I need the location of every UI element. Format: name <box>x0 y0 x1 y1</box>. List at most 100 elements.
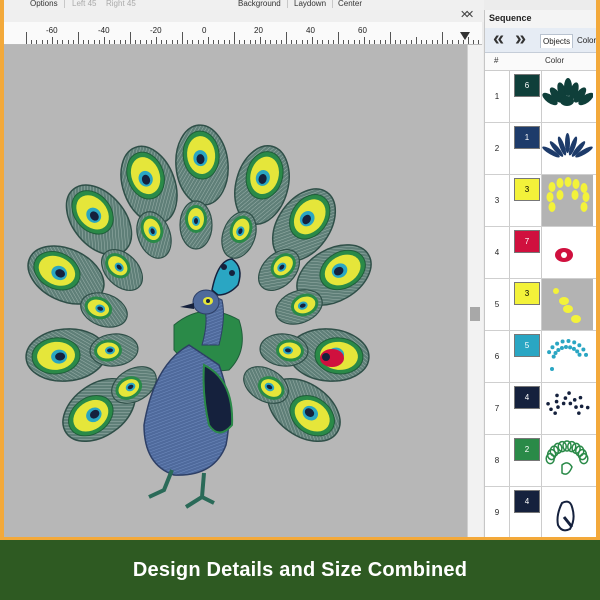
ruler-tick <box>358 40 360 44</box>
ruler-tick <box>436 40 438 44</box>
ruler-tick <box>93 40 95 44</box>
banner-text: Design Details and Size Combined <box>132 559 468 581</box>
object-preview-thumbnail[interactable] <box>541 279 593 330</box>
center-button[interactable]: Center <box>338 0 362 8</box>
object-preview-thumbnail[interactable] <box>541 175 593 226</box>
ruler-tick <box>41 40 43 44</box>
row-number: 6 <box>485 331 510 382</box>
row-number: 2 <box>485 123 510 174</box>
color-swatch[interactable]: 4 <box>514 386 540 409</box>
ruler-tick <box>452 40 454 44</box>
ruler-tick <box>478 40 480 44</box>
color-swatch[interactable]: 3 <box>514 282 540 305</box>
column-color-header: Color <box>545 56 565 65</box>
tab-objects[interactable]: Objects <box>540 34 574 48</box>
ruler-header: ✕ <box>4 9 484 22</box>
ruler-tick <box>301 40 303 44</box>
ruler-tick <box>62 40 64 44</box>
ruler-tick <box>275 40 277 44</box>
ruler-tick <box>421 40 423 44</box>
ruler-tick <box>260 37 261 44</box>
sequence-row[interactable]: 21 <box>485 123 596 175</box>
ruler-tick <box>223 40 225 44</box>
tab-colors[interactable]: Colors <box>575 34 596 47</box>
ruler-label: 0 <box>202 26 207 35</box>
ruler-tick <box>234 32 235 44</box>
sequence-row[interactable]: 74 <box>485 383 596 435</box>
move-backward-icon[interactable]: « <box>493 28 504 50</box>
ruler-label: 60 <box>358 26 367 35</box>
sequence-row[interactable]: 53 <box>485 279 596 331</box>
row-number: 1 <box>485 71 510 122</box>
design-canvas[interactable] <box>4 45 467 537</box>
color-swatch[interactable]: 1 <box>514 126 540 149</box>
ruler-tick <box>343 40 345 44</box>
ruler-tick <box>124 40 126 44</box>
column-number-header: # <box>494 56 499 65</box>
vertical-scrollbar[interactable] <box>467 45 483 537</box>
laydown-button[interactable]: Laydown <box>294 0 334 8</box>
ruler-tick <box>457 40 459 44</box>
object-preview-thumbnail[interactable] <box>541 227 593 278</box>
object-preview-thumbnail[interactable] <box>541 331 593 382</box>
sequence-row[interactable]: 65 <box>485 331 596 383</box>
sequence-row[interactable]: 82 <box>485 435 596 487</box>
color-swatch[interactable]: 4 <box>514 490 540 513</box>
scrollbar-thumb[interactable] <box>470 307 480 321</box>
ruler-label: -40 <box>98 26 110 35</box>
ruler-tick <box>317 40 319 44</box>
ruler-tick <box>26 32 27 44</box>
ruler-tick <box>379 40 381 44</box>
ruler-tick <box>327 40 329 44</box>
right-45-button[interactable]: Right 45 <box>106 0 136 8</box>
row-number: 7 <box>485 383 510 434</box>
ruler-tick <box>36 40 38 44</box>
sequence-row[interactable]: 16 <box>485 71 596 123</box>
options-button[interactable]: Options <box>30 0 65 8</box>
object-preview-thumbnail[interactable] <box>541 71 593 122</box>
background-button[interactable]: Background <box>238 0 288 8</box>
object-preview-thumbnail[interactable] <box>541 123 593 174</box>
object-preview-thumbnail[interactable] <box>541 487 593 537</box>
panel-tabs: « » Objects Colors <box>485 28 596 53</box>
object-preview-thumbnail[interactable] <box>541 435 593 486</box>
ruler-tick <box>52 37 53 44</box>
ruler-tick <box>322 40 324 44</box>
color-swatch[interactable]: 5 <box>514 334 540 357</box>
peacock-design[interactable] <box>4 45 467 537</box>
left-45-button[interactable]: Left 45 <box>72 0 96 8</box>
ruler-tick <box>202 40 204 44</box>
ruler-tick <box>192 40 194 44</box>
ruler-tick <box>213 40 215 44</box>
ruler-tick <box>442 32 443 44</box>
color-swatch[interactable]: 6 <box>514 74 540 97</box>
color-swatch[interactable]: 3 <box>514 178 540 201</box>
ruler-tick <box>364 37 365 44</box>
color-swatch[interactable]: 2 <box>514 438 540 461</box>
ruler-label: 20 <box>254 26 263 35</box>
ruler-tick <box>208 37 209 44</box>
ruler-tick <box>176 40 178 44</box>
ruler-label: 40 <box>306 26 315 35</box>
ruler-tick <box>109 40 111 44</box>
object-preview-thumbnail[interactable] <box>541 383 593 434</box>
ruler-tick <box>98 40 100 44</box>
sequence-row[interactable]: 47 <box>485 227 596 279</box>
sequence-row[interactable]: 94 <box>485 487 596 537</box>
ruler-tick <box>130 32 131 44</box>
ruler-tick <box>161 40 163 44</box>
color-swatch[interactable]: 7 <box>514 230 540 253</box>
ruler-tick <box>114 40 116 44</box>
ruler-tick <box>280 40 282 44</box>
move-forward-icon[interactable]: » <box>515 28 526 50</box>
ruler-tick <box>88 40 90 44</box>
sequence-panel: Sequence ✕ « » Objects Colors # Color 16… <box>465 9 596 537</box>
ruler-tick <box>31 40 33 44</box>
sequence-row[interactable]: 33 <box>485 175 596 227</box>
row-number: 9 <box>485 487 510 537</box>
ruler-tick <box>244 40 246 44</box>
ruler-tick <box>348 40 350 44</box>
ruler-tick <box>291 40 293 44</box>
panel-close-icon[interactable]: ✕ <box>465 8 474 21</box>
ruler-tick <box>416 37 417 44</box>
